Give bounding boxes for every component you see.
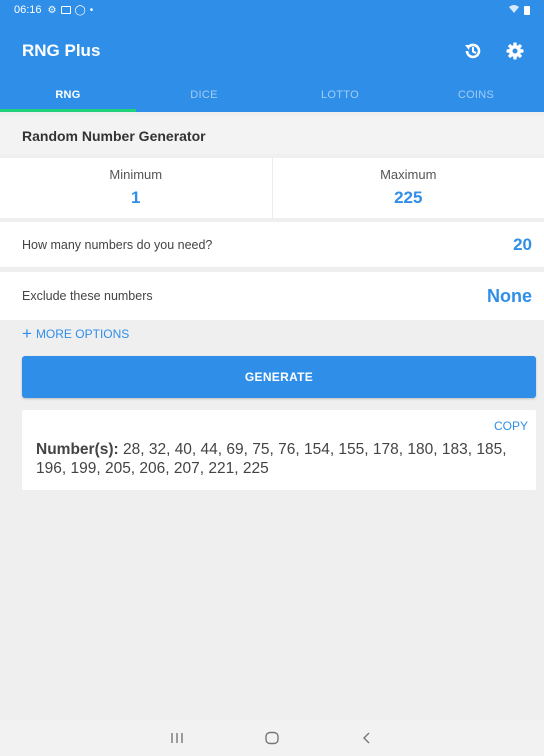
recent-apps-icon[interactable] xyxy=(165,728,189,748)
back-icon[interactable] xyxy=(355,728,379,748)
count-label: How many numbers do you need? xyxy=(22,237,213,252)
tab-coins[interactable]: COINS xyxy=(408,84,544,112)
tab-rng[interactable]: RNG xyxy=(0,84,136,112)
result-prefix: Number(s): xyxy=(36,441,119,458)
more-options-button[interactable]: + MORE OPTIONS xyxy=(22,324,130,343)
tab-lotto[interactable]: LOTTO xyxy=(272,84,408,112)
count-row[interactable]: How many numbers do you need? 20 xyxy=(0,222,544,268)
home-icon[interactable] xyxy=(260,728,284,748)
history-icon[interactable] xyxy=(462,40,484,62)
minimum-label: Minimum xyxy=(109,167,163,182)
sync-icon: ◯ xyxy=(74,4,86,16)
exclude-row[interactable]: Exclude these numbers None xyxy=(0,272,544,320)
app-bar: RNG Plus xyxy=(0,20,544,84)
more-options-label: MORE OPTIONS xyxy=(35,327,130,341)
dot-icon: • xyxy=(89,4,94,16)
maximum-value: 225 xyxy=(394,188,423,207)
maximum-label: Maximum xyxy=(380,167,437,182)
tab-dice[interactable]: DICE xyxy=(136,84,272,112)
status-system-icons xyxy=(508,4,530,17)
status-bar: 06:16 ⚙ ◯ • xyxy=(0,0,544,20)
range-row: Minimum 1 Maximum 225 xyxy=(0,158,544,218)
system-nav-bar xyxy=(0,720,544,756)
minimum-field[interactable]: Minimum 1 xyxy=(0,158,272,218)
status-time: 06:16 xyxy=(14,4,42,16)
wifi-icon xyxy=(508,4,520,17)
app-screen: 06:16 ⚙ ◯ • RNG Plus RNG DICE LOTTO COIN… xyxy=(0,0,544,756)
exclude-label: Exclude these numbers xyxy=(22,289,153,303)
generate-button[interactable]: GENERATE xyxy=(22,356,536,398)
section-title: Random Number Generator xyxy=(0,116,544,154)
result-text: Number(s): 28, 32, 40, 44, 69, 75, 76, 1… xyxy=(36,440,524,478)
notification-icon: ⚙ xyxy=(47,4,57,16)
status-notification-icons: ⚙ ◯ • xyxy=(48,5,94,16)
app-title: RNG Plus xyxy=(22,41,101,60)
gallery-icon xyxy=(60,6,71,14)
tab-bar: RNG DICE LOTTO COINS xyxy=(0,84,544,112)
gear-icon[interactable] xyxy=(504,40,526,62)
battery-icon xyxy=(524,5,530,15)
plus-icon: + xyxy=(22,324,32,343)
result-card: COPY Number(s): 28, 32, 40, 44, 69, 75, … xyxy=(22,410,536,490)
exclude-value: None xyxy=(487,285,532,306)
count-value: 20 xyxy=(513,234,532,254)
app-bar-actions xyxy=(462,40,526,62)
copy-button[interactable]: COPY xyxy=(494,419,528,433)
minimum-value: 1 xyxy=(131,188,141,207)
maximum-field[interactable]: Maximum 225 xyxy=(271,158,544,218)
